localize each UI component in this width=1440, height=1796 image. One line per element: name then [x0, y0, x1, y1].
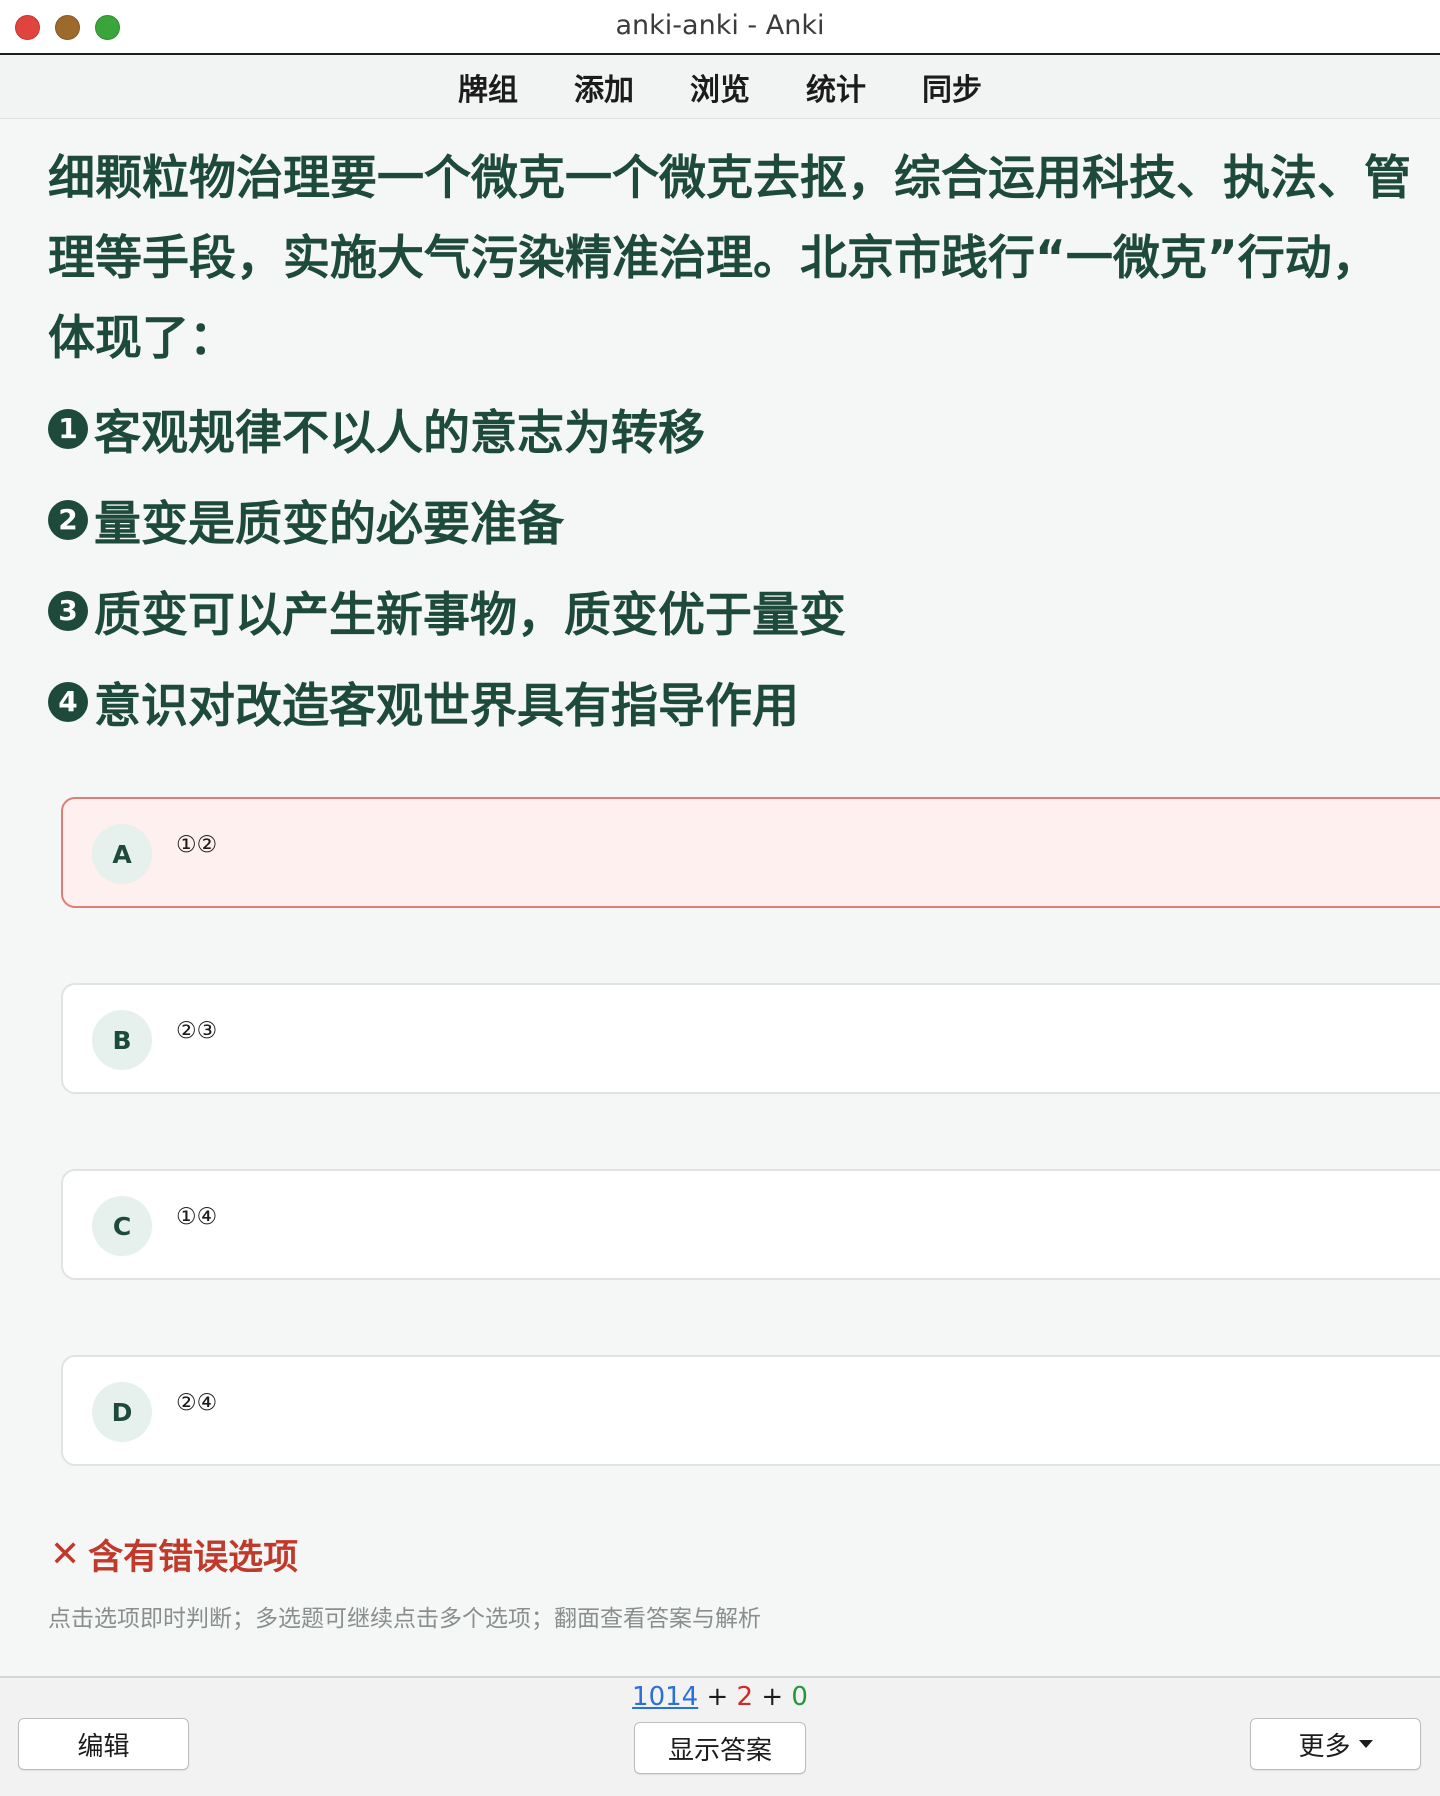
circled-number-4: 4 [48, 681, 88, 722]
card-view: 细颗粒物治理要一个微克一个微克去抠，综合运用科技、执法、管理等手段，实施大气污染… [0, 119, 1440, 1676]
menu-sync[interactable]: 同步 [894, 65, 1010, 109]
review-count: 0 [791, 1682, 808, 1712]
window-title: anki-anki - Anki [615, 10, 825, 41]
option-text: ①② [176, 832, 218, 858]
circled-number-2: 2 [48, 499, 88, 540]
learn-count: 2 [736, 1682, 754, 1712]
option-a[interactable]: A ①② [61, 797, 1440, 908]
statement-text: 质变可以产生新事物，质变优于量变 [94, 588, 846, 643]
option-c[interactable]: C ①④ [61, 1169, 1440, 1280]
statement-item: 1 客观规律不以人的意志为转移 [48, 383, 1348, 474]
statement-list: 1 客观规律不以人的意志为转移 2 量变是质变的必要准备 3 质变可以产生新事物… [48, 383, 1348, 747]
question-text: 细颗粒物治理要一个微克一个微克去抠，综合运用科技、执法、管理等手段，实施大气污染… [48, 151, 1411, 366]
show-answer-label: 显示答案 [667, 1735, 772, 1766]
edit-button[interactable]: 编辑 [18, 1718, 189, 1770]
count-separator: + [706, 1682, 729, 1712]
option-text: ②③ [176, 1018, 218, 1044]
statement-text: 量变是质变的必要准备 [94, 497, 564, 552]
option-letter-badge: C [92, 1196, 152, 1256]
show-answer-button[interactable]: 显示答案 [634, 1722, 806, 1774]
more-button[interactable]: 更多 [1250, 1718, 1421, 1770]
caret-down-icon [1358, 1740, 1373, 1748]
statement-item: 2 量变是质变的必要准备 [48, 474, 1348, 565]
menu-add[interactable]: 添加 [546, 65, 662, 109]
menu-stats[interactable]: 统计 [778, 65, 894, 109]
top-menu: 牌组 添加 浏览 统计 同步 [0, 55, 1440, 119]
result-text: 含有错误选项 [88, 1538, 299, 1578]
menu-browse[interactable]: 浏览 [662, 65, 778, 109]
circled-number-1: 1 [48, 408, 88, 449]
edit-button-label: 编辑 [77, 1731, 130, 1762]
cross-icon: ✕ [50, 1534, 81, 1575]
statement-text: 客观规律不以人的意志为转移 [94, 406, 705, 461]
option-text: ①④ [176, 1204, 218, 1230]
option-b[interactable]: B ②③ [61, 983, 1440, 1094]
option-text: ②④ [176, 1390, 218, 1416]
option-letter-badge: A [92, 824, 152, 884]
statement-item: 4 意识对改造客观世界具有指导作用 [48, 656, 1348, 747]
option-d[interactable]: D ②④ [61, 1355, 1440, 1466]
due-counts: 1014 + 2 + 0 [0, 1682, 1440, 1712]
statement-item: 3 质变可以产生新事物，质变优于量变 [48, 565, 1348, 656]
menu-decks[interactable]: 牌组 [430, 65, 546, 109]
result-message: ✕ 含有错误选项 [50, 1529, 298, 1580]
title-bar: anki-anki - Anki [0, 0, 1440, 55]
option-list: A ①② B ②③ C ①④ D ②④ [61, 797, 1440, 1541]
hint-text: 点击选项即时判断；多选题可继续点击多个选项；翻面查看答案与解析 [48, 1606, 761, 1632]
bottom-bar: 1014 + 2 + 0 编辑 显示答案 更多 [0, 1676, 1440, 1796]
count-separator: + [761, 1682, 784, 1712]
more-button-label: 更多 [1298, 1731, 1351, 1762]
new-count[interactable]: 1014 [632, 1682, 698, 1712]
circled-number-3: 3 [48, 590, 88, 631]
option-letter-badge: D [92, 1382, 152, 1442]
statement-text: 意识对改造客观世界具有指导作用 [94, 679, 799, 734]
anki-window: anki-anki - Anki 牌组 添加 浏览 统计 同步 细颗粒物治理要一… [0, 0, 1440, 1796]
option-letter-badge: B [92, 1010, 152, 1070]
